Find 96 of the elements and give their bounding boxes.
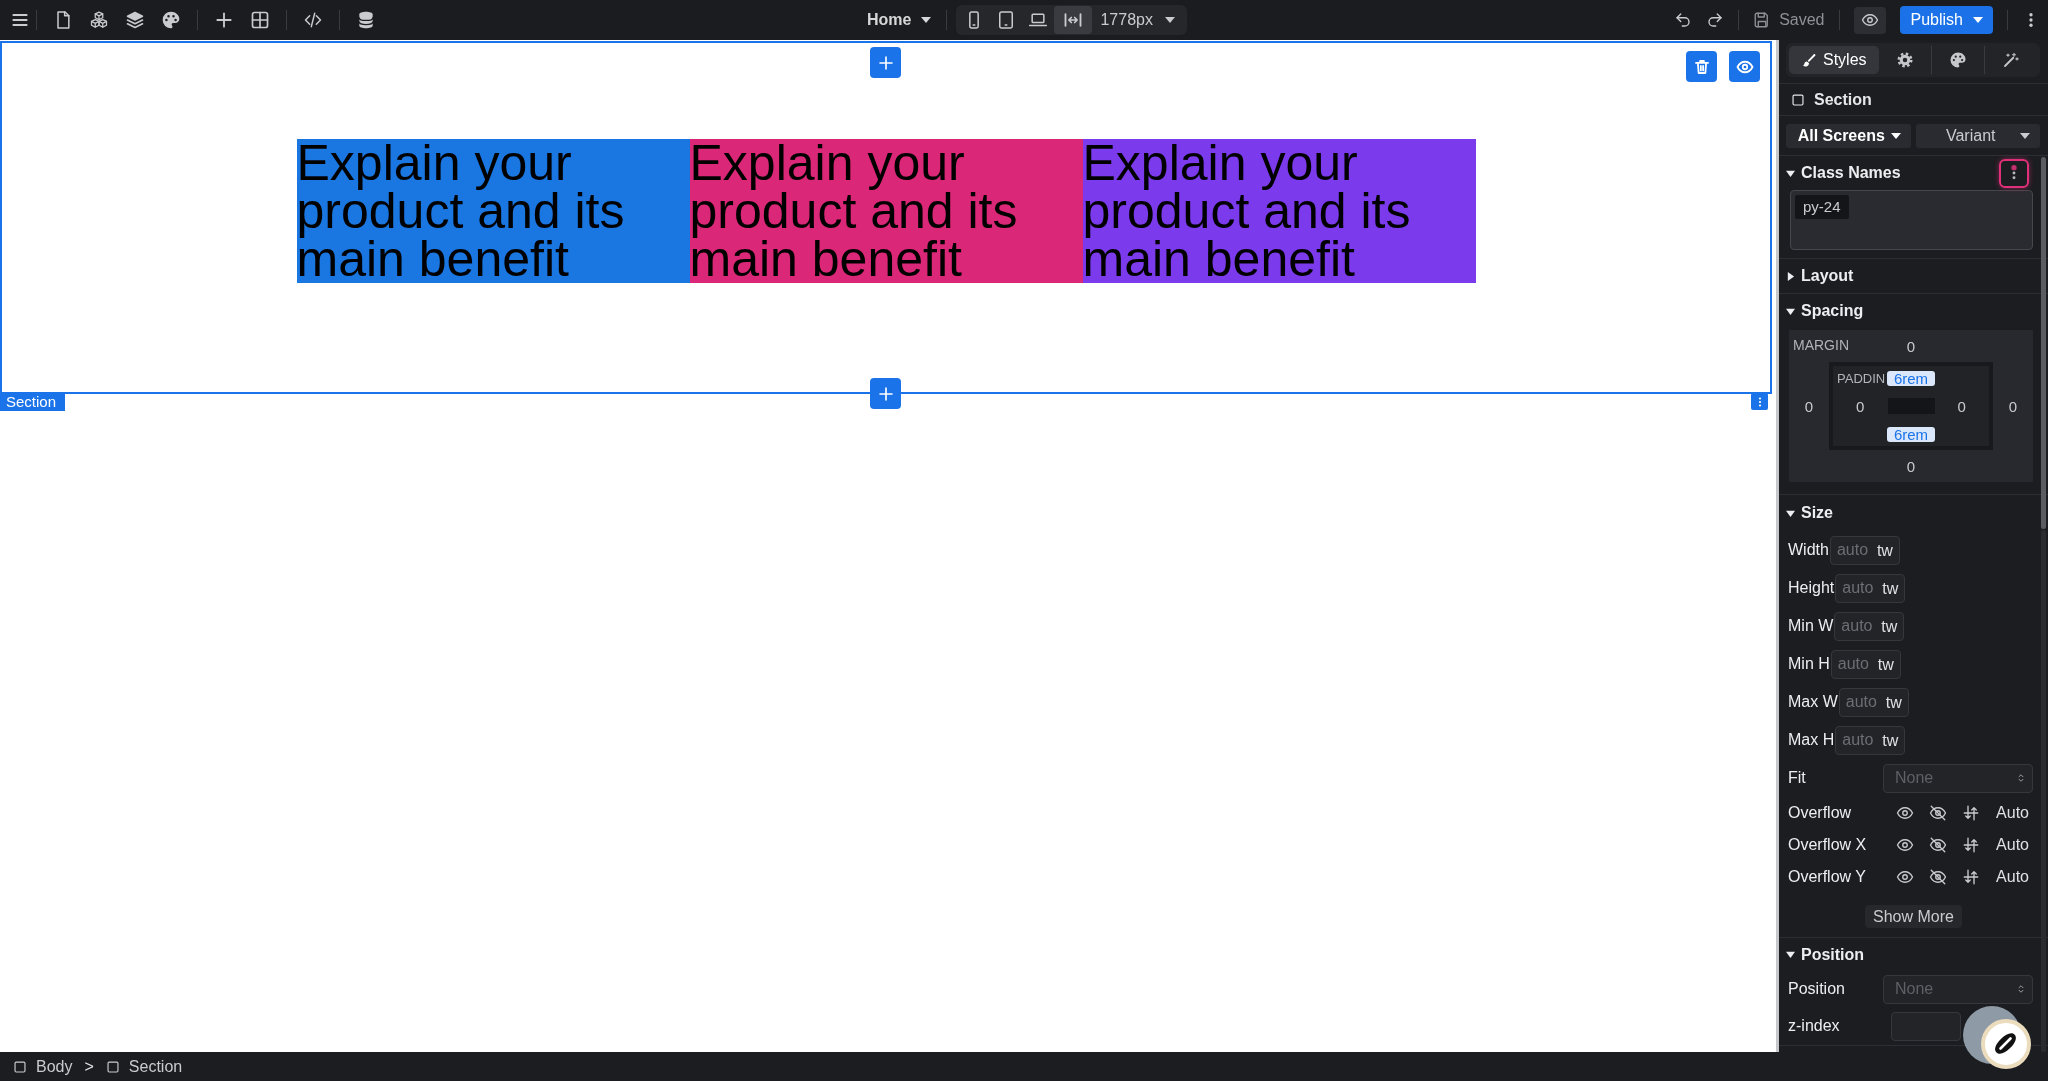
caret-icon: [921, 17, 932, 23]
property-label: Max W: [1788, 693, 1838, 711]
spacing-value[interactable]: 0: [1849, 398, 1872, 414]
up-down-arrows-icon[interactable]: [1962, 804, 1981, 822]
property-label: Min W: [1788, 617, 1834, 635]
z-index-input[interactable]: [1891, 1011, 1961, 1041]
view-mode-button[interactable]: [1054, 6, 1093, 34]
overflow-value: Auto: [1996, 804, 2029, 822]
spacing-value[interactable]: 6rem: [1886, 370, 1936, 386]
caret-icon: [1973, 17, 1983, 23]
unit-label: tw: [1882, 579, 1899, 597]
property-label: Fit: [1788, 769, 1806, 787]
text-block: Explain your product and its main benefit: [1082, 139, 1476, 283]
cubes-icon[interactable]: [89, 10, 109, 30]
palette-icon[interactable]: [1948, 51, 1967, 69]
magic-wand-icon[interactable]: [2001, 51, 2020, 69]
dots-icon[interactable]: [1751, 393, 1768, 410]
spacing-value[interactable]: 0: [1950, 398, 1973, 414]
grid-icon[interactable]: [250, 10, 270, 30]
square-icon: [13, 1059, 27, 1074]
eye-slash-icon[interactable]: [1929, 804, 1948, 822]
element-name: Section: [1814, 90, 1872, 109]
section-toggle[interactable]: Size: [1786, 504, 1833, 522]
spacing-value[interactable]: 0: [1899, 458, 1923, 474]
viewport-width-select[interactable]: 1778px: [1092, 11, 1185, 29]
options-button[interactable]: [1999, 158, 2029, 188]
section-toggle[interactable]: Position: [1786, 945, 1865, 964]
padding-label: PADDIN: [1837, 371, 1886, 386]
brush-icon[interactable]: [1801, 52, 1817, 68]
unit-label: tw: [1885, 693, 1902, 711]
gear-icon[interactable]: [1895, 51, 1914, 69]
inspector-tab[interactable]: Styles: [1789, 46, 1879, 74]
select-field[interactable]: None: [1883, 763, 2033, 793]
property-label: Overflow X: [1788, 836, 1867, 854]
palette-icon[interactable]: [161, 10, 181, 30]
eye-icon[interactable]: [1729, 51, 1760, 82]
page-select[interactable]: Home: [861, 11, 938, 29]
eye-slash-icon[interactable]: [1929, 836, 1948, 854]
square-icon: [105, 1059, 120, 1074]
up-down-arrows-icon[interactable]: [1962, 836, 1981, 854]
save-status: Saved: [1779, 11, 1825, 29]
property-label: Min H: [1788, 655, 1830, 673]
property-label: Width: [1788, 541, 1829, 559]
unit-label: tw: [1876, 541, 1893, 559]
breadcrumb-item[interactable]: Section: [105, 1057, 183, 1076]
layers-icon[interactable]: [125, 10, 145, 30]
class-names-field[interactable]: py-24: [1790, 190, 2033, 250]
up-down-arrows-icon[interactable]: [1962, 868, 1981, 886]
property-label: Overflow: [1788, 804, 1852, 822]
unit-label: tw: [1877, 655, 1894, 673]
spacing-value[interactable]: 6rem: [1886, 426, 1936, 442]
redo-icon[interactable]: [1706, 11, 1725, 29]
caret-icon: [1890, 133, 1901, 139]
caret-icon: [2020, 133, 2030, 139]
section-toggle[interactable]: Spacing: [1786, 302, 1864, 320]
property-label: z-index: [1788, 1017, 1840, 1035]
eye-slash-icon[interactable]: [1929, 868, 1948, 886]
publish-button[interactable]: Publish: [1899, 6, 1993, 34]
plus-icon[interactable]: [214, 10, 234, 30]
caret-icon: [1164, 17, 1175, 23]
class-tag[interactable]: py-24: [1795, 195, 1849, 219]
show-more-button[interactable]: Show More: [1865, 905, 1962, 928]
eye-icon[interactable]: [1896, 836, 1915, 854]
property-label: Position: [1788, 980, 1845, 998]
screen-select[interactable]: All Screens: [1786, 124, 1911, 148]
square-icon: [1791, 92, 1805, 107]
property-label: Max H: [1788, 731, 1835, 749]
text-block: Explain your product and its main benefit: [296, 139, 690, 283]
property-label: Height: [1788, 579, 1835, 597]
spacing-value[interactable]: 0: [1899, 338, 1923, 354]
section-toggle[interactable]: Layout: [1786, 267, 1854, 285]
property-label: Overflow Y: [1788, 868, 1866, 886]
unit-label: tw: [1882, 731, 1899, 749]
margin-label: MARGIN: [1793, 337, 1849, 353]
trash-icon[interactable]: [1686, 51, 1717, 82]
select-field[interactable]: None: [1883, 974, 2033, 1004]
section-tag[interactable]: Section: [0, 392, 66, 411]
fit-width-icon[interactable]: [1063, 10, 1084, 30]
eye-icon[interactable]: [1853, 6, 1886, 34]
overflow-value: Auto: [1996, 868, 2029, 886]
code-icon[interactable]: [303, 10, 323, 30]
database-icon[interactable]: [356, 10, 376, 30]
text-block: Explain your product and its main benefit: [689, 139, 1083, 283]
unit-label: tw: [1881, 617, 1898, 635]
scrollbar-thumb[interactable]: [2041, 157, 2046, 529]
section-toggle[interactable]: Class Names: [1786, 164, 1901, 182]
eye-icon[interactable]: [1896, 868, 1915, 886]
spacing-value[interactable]: 0: [1797, 398, 1821, 414]
spacing-value[interactable]: 0: [2001, 398, 2025, 414]
breadcrumb-item[interactable]: Body: [13, 1057, 73, 1076]
breadcrumb-separator: >: [84, 1057, 94, 1076]
undo-icon[interactable]: [1674, 11, 1693, 29]
variant-select[interactable]: Variant: [1915, 124, 2040, 148]
overflow-value: Auto: [1996, 836, 2029, 854]
eye-icon[interactable]: [1896, 804, 1915, 822]
chat-widget-icon[interactable]: [1963, 1006, 2031, 1069]
